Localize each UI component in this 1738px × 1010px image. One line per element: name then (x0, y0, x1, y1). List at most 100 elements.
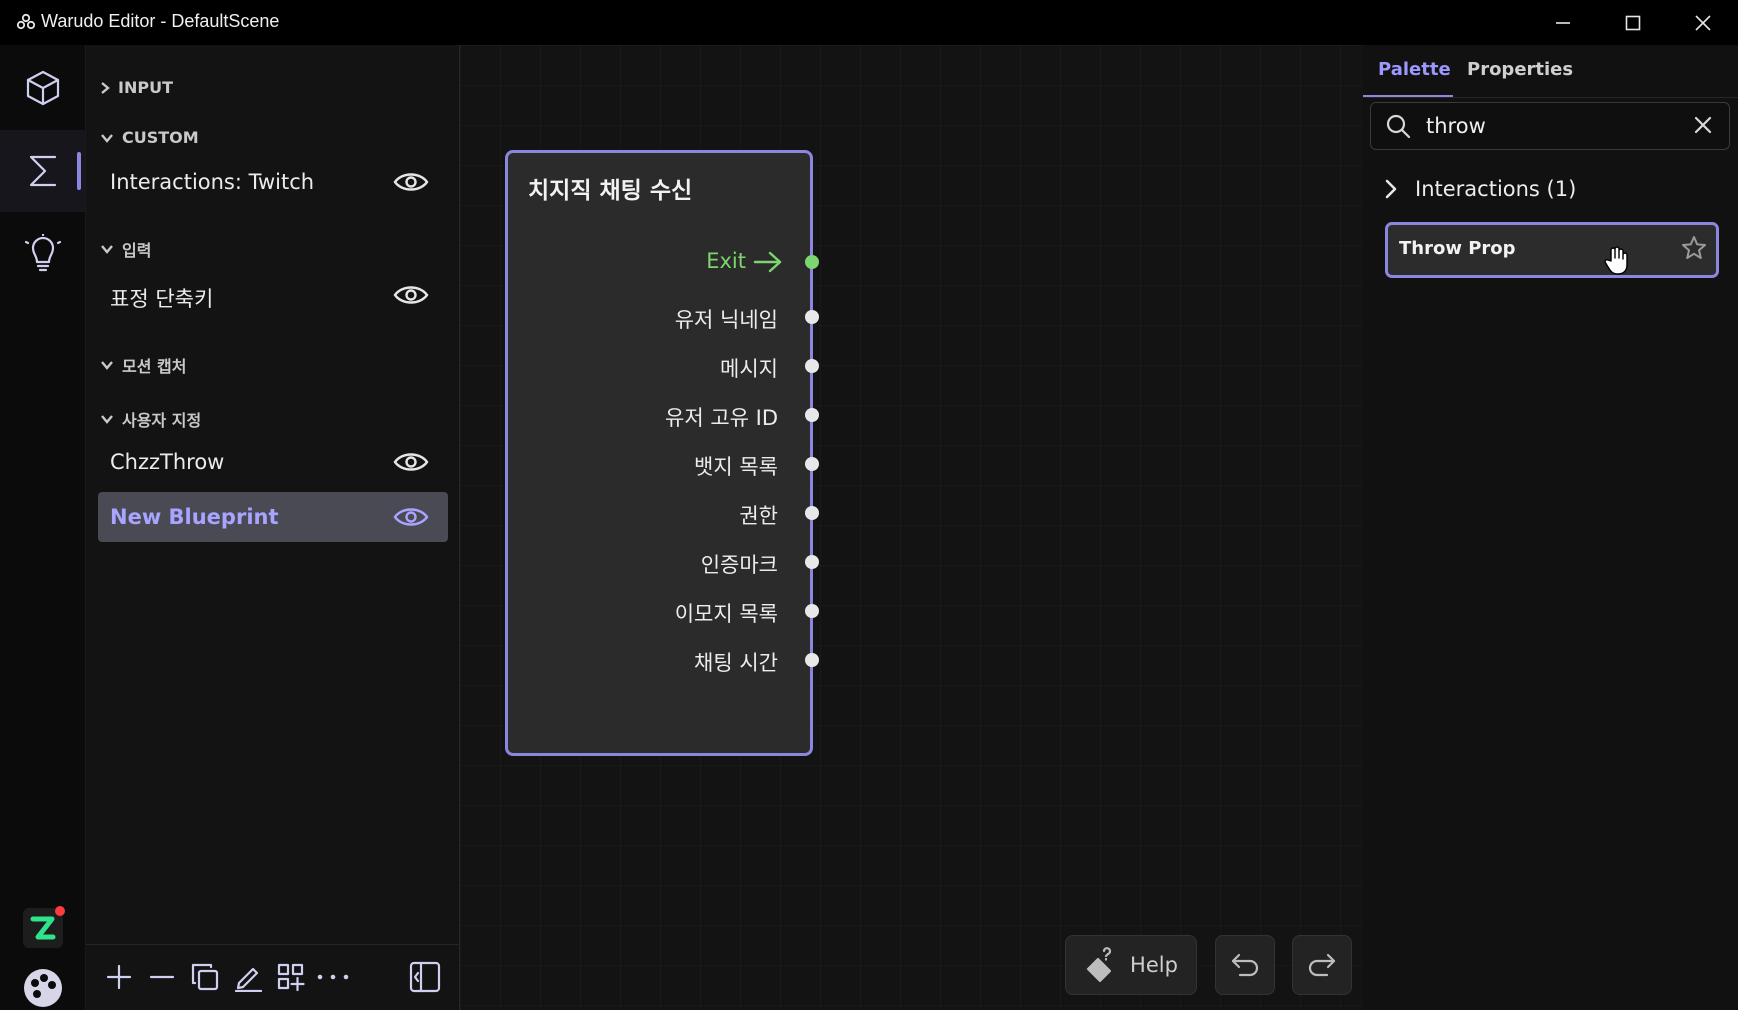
blueprint-label: 표정 단축키 (110, 287, 214, 311)
pencil-icon (234, 967, 263, 992)
sidebar-toolbar (86, 944, 459, 1010)
cube-icon (26, 70, 59, 106)
port-connector[interactable] (805, 653, 819, 667)
redo-icon (1308, 953, 1336, 977)
section-input[interactable]: INPUT (100, 78, 173, 97)
port-label: 유저 닉네임 (674, 308, 778, 332)
port-connector[interactable] (805, 255, 819, 269)
rail-scene-button[interactable] (0, 47, 85, 129)
palette-category-interactions[interactable]: Interactions (1) (1385, 177, 1576, 201)
minimize-button[interactable] (1528, 0, 1598, 45)
active-indicator (77, 152, 81, 190)
eye-icon[interactable] (392, 504, 430, 530)
maximize-icon (1625, 15, 1641, 30)
section-input-ko[interactable]: 입력 (100, 237, 151, 261)
rail-community-button[interactable] (0, 965, 85, 1010)
minus-icon (149, 975, 175, 979)
duplicate-icon (191, 963, 219, 991)
node-title: 치지직 채팅 수신 (528, 178, 693, 204)
output-port[interactable]: 채팅 시간 (510, 645, 819, 675)
port-label: 뱃지 목록 (694, 455, 778, 479)
rail-blueprints-button[interactable] (0, 130, 85, 212)
section-label: CUSTOM (122, 128, 199, 147)
minimize-icon (1556, 21, 1570, 24)
output-port[interactable]: 인증마크 (510, 547, 819, 577)
blueprint-item-interactions-twitch[interactable]: Interactions: Twitch (98, 157, 448, 207)
search-icon (1385, 113, 1411, 143)
palette-panel: Palette Properties throw Interactions (1… (1363, 45, 1738, 1010)
remove-blueprint-button[interactable] (145, 960, 179, 994)
chevron-down-icon (101, 245, 113, 254)
blueprint-sidebar: INPUT CUSTOM Interactions: Twitch 입력 표정 … (86, 45, 460, 1010)
section-label: 입력 (122, 241, 152, 260)
port-label: 이모지 목록 (674, 602, 778, 626)
duplicate-blueprint-button[interactable] (188, 960, 222, 994)
clear-search-icon[interactable] (1693, 115, 1713, 139)
close-window-button[interactable] (1668, 0, 1738, 45)
more-horizontal-icon (317, 974, 349, 980)
output-port[interactable]: 권한 (510, 498, 819, 528)
hand-cursor-icon (1603, 245, 1629, 279)
add-blueprint-button[interactable] (102, 960, 136, 994)
port-connector[interactable] (805, 555, 819, 569)
rail-tips-button[interactable] (0, 213, 85, 295)
output-port[interactable]: 유저 닉네임 (510, 302, 819, 332)
port-connector[interactable] (805, 457, 819, 471)
port-connector[interactable] (805, 359, 819, 373)
port-label: Exit (706, 249, 746, 273)
undo-icon (1231, 953, 1259, 977)
eye-icon[interactable] (392, 449, 430, 475)
eye-icon[interactable] (392, 169, 430, 195)
search-value: throw (1426, 114, 1486, 138)
port-label: 권한 (739, 504, 778, 528)
help-button[interactable]: Help (1065, 935, 1197, 995)
port-label: 유저 고유 ID (665, 406, 778, 430)
chevron-right-icon (1385, 179, 1397, 199)
add-grid-button[interactable] (274, 960, 308, 994)
blueprint-item-chzzthrow[interactable]: ChzzThrow (98, 437, 448, 487)
blueprint-canvas[interactable]: 치지직 채팅 수신 Exit 유저 닉네임 메시지 유저 고유 ID 뱃지 목록… (460, 45, 1363, 1010)
lightbulb-icon (24, 234, 61, 272)
tab-divider (1363, 97, 1738, 98)
favorite-star-icon[interactable] (1681, 235, 1707, 265)
output-port[interactable]: 유저 고유 ID (510, 400, 819, 430)
chevron-right-icon (101, 81, 110, 94)
window-title: Warudo Editor - DefaultScene (41, 11, 280, 31)
chevron-down-icon (101, 415, 113, 424)
output-port[interactable]: 이모지 목록 (510, 596, 819, 626)
blueprint-item-new-blueprint[interactable]: New Blueprint (98, 492, 448, 542)
maximize-button[interactable] (1598, 0, 1668, 45)
help-sign-icon (1086, 947, 1112, 983)
rail-z-app-button[interactable] (0, 888, 85, 968)
blueprint-item-expression-shortcuts[interactable]: 표정 단축키 (98, 270, 448, 320)
blueprint-label: ChzzThrow (110, 450, 225, 474)
more-options-button[interactable] (316, 960, 350, 994)
sidebar-collapse-icon (409, 961, 441, 993)
toggle-sidebar-button[interactable] (408, 960, 442, 994)
section-label: 모션 캡처 (122, 357, 187, 376)
chzzk-chat-received-node[interactable]: 치지직 채팅 수신 Exit 유저 닉네임 메시지 유저 고유 ID 뱃지 목록… (505, 150, 819, 756)
help-label: Help (1130, 953, 1178, 977)
close-icon (1695, 14, 1711, 31)
output-port[interactable]: 뱃지 목록 (510, 449, 819, 479)
redo-button[interactable] (1292, 935, 1352, 995)
section-user-defined[interactable]: 사용자 지정 (100, 407, 201, 431)
palette-search-input[interactable]: throw (1370, 102, 1730, 150)
palette-item-throw-prop[interactable]: Throw Prop (1385, 222, 1719, 278)
eye-icon[interactable] (392, 282, 430, 308)
title-bar: Warudo Editor - DefaultScene (0, 0, 1738, 46)
output-port-exit[interactable]: Exit (510, 247, 819, 278)
port-connector[interactable] (805, 408, 819, 422)
plus-icon (106, 964, 132, 990)
port-connector[interactable] (805, 506, 819, 520)
rename-blueprint-button[interactable] (231, 960, 265, 994)
port-connector[interactable] (805, 310, 819, 324)
section-motion-capture[interactable]: 모션 캡처 (100, 353, 186, 377)
port-connector[interactable] (805, 604, 819, 618)
output-port[interactable]: 메시지 (510, 351, 819, 381)
flow-arrow-icon (753, 250, 783, 278)
section-custom[interactable]: CUSTOM (100, 128, 199, 147)
tab-properties[interactable]: Properties (1467, 59, 1573, 80)
undo-button[interactable] (1215, 935, 1275, 995)
tab-palette[interactable]: Palette (1378, 59, 1451, 80)
